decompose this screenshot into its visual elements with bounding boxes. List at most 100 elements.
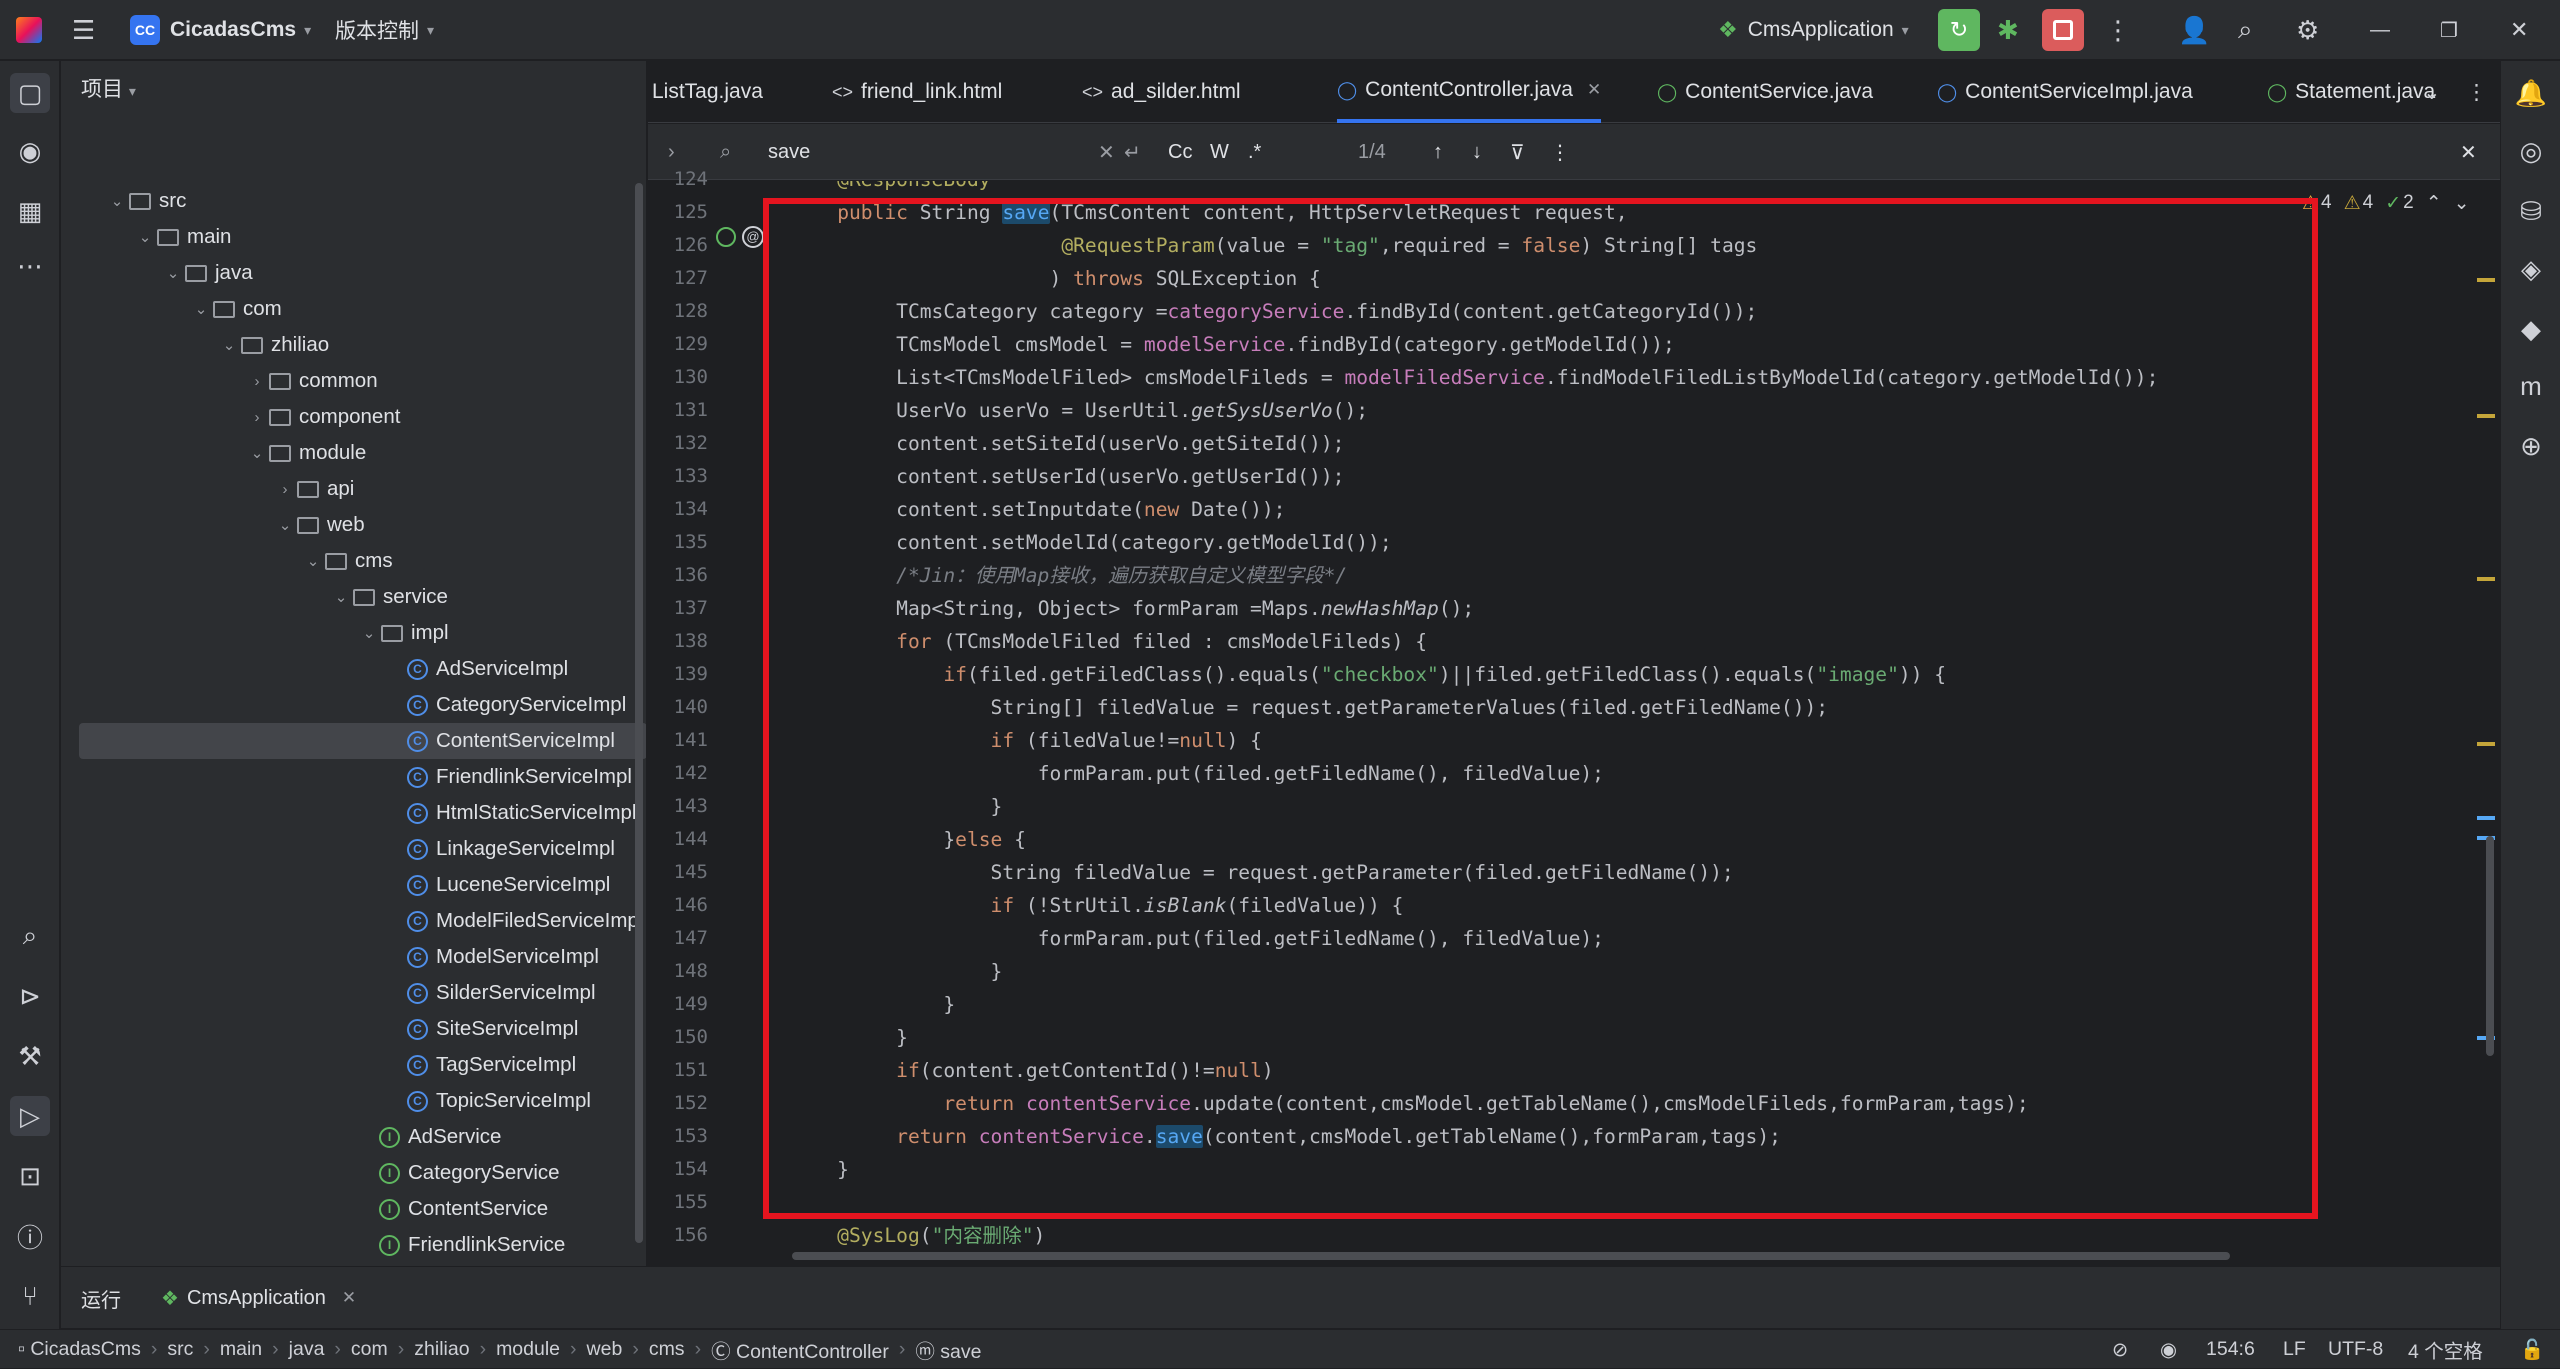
tree-item-siteserviceimpl[interactable]: C SiteServiceImpl [61,1011,646,1047]
chevron-down-icon[interactable]: ⌄ [191,300,211,318]
tree-item-silderserviceimpl[interactable]: C SilderServiceImpl [61,975,646,1011]
run-tool-label[interactable]: 运行 [81,1267,121,1329]
tree-item-tagserviceimpl[interactable]: C TagServiceImpl [61,1047,646,1083]
more-actions-icon[interactable]: ⋮ [2105,0,2131,60]
tree-item-module[interactable]: ⌄ module [61,435,646,471]
tree-item-service[interactable]: ⌄ service [61,579,646,615]
new-line-icon[interactable]: ↵ [1124,124,1141,180]
project-switcher[interactable]: CC CicadasCms ▾ [130,0,311,60]
no-inspections-icon[interactable]: ⊘ [2112,1330,2128,1369]
search-icon[interactable]: ⌕ [2238,0,2253,60]
tab-contentcontroller-java[interactable]: ◯ ContentController.java ✕ [1337,61,1602,123]
ai-status-icon[interactable]: ◉ [2160,1330,2177,1369]
annotation-gutter-icon[interactable]: @ [742,226,764,248]
git-icon[interactable]: ⑂ [10,1276,50,1316]
terminal-icon[interactable]: ⊡ [10,1156,50,1196]
restore-window-icon[interactable]: ❐ [2440,0,2458,60]
tree-item-common[interactable]: › common [61,363,646,399]
tree-item-web[interactable]: ⌄ web [61,507,646,543]
line-separator[interactable]: LF [2283,1330,2306,1369]
line-number[interactable]: 145 [648,856,708,889]
vcs-widget[interactable]: 版本控制 ▾ [335,0,434,60]
line-number[interactable]: 129 [648,328,708,361]
breadcrumb-item[interactable]: module [496,1338,560,1361]
indent-setting[interactable]: 4 个空格 [2408,1330,2483,1369]
tree-item-contentserviceimpl[interactable]: C ContentServiceImpl [79,723,646,759]
search-options-icon[interactable]: ⌕ [720,124,731,180]
line-number[interactable]: 141 [648,724,708,757]
breadcrumb-item[interactable]: zhiliao [414,1338,469,1361]
build-hammer-icon[interactable]: ⚒ [10,1036,50,1076]
breadcrumb-item[interactable]: com [351,1338,388,1361]
chevron-down-icon[interactable]: ⌄ [247,444,267,462]
commit-icon[interactable]: ◉ [10,131,50,171]
notifications-bell-icon[interactable]: 🔔 [2511,73,2551,113]
tab-friend-link-html[interactable]: <> friend_link.html [832,61,1002,123]
find-icon[interactable]: ⌕ [10,916,50,956]
line-number[interactable]: 150 [648,1021,708,1054]
match-case-toggle[interactable]: Cc [1168,124,1192,180]
tree-item-impl[interactable]: ⌄ impl [61,615,646,651]
breadcrumb-item[interactable]: ⓜ save [915,1335,981,1364]
line-number[interactable]: 132 [648,427,708,460]
line-number[interactable]: 133 [648,460,708,493]
tree-item-categoryserviceimpl[interactable]: C CategoryServiceImpl [61,687,646,723]
regex-toggle[interactable]: .* [1248,124,1261,180]
line-number[interactable]: 144 [648,823,708,856]
tree-item-modelserviceimpl[interactable]: C ModelServiceImpl [61,939,646,975]
filter-icon[interactable]: ⊽ [1510,124,1525,180]
copilot-icon[interactable]: ◈ [2511,249,2551,289]
line-number[interactable]: 154 [648,1153,708,1186]
tree-item-luceneserviceimpl[interactable]: C LuceneServiceImpl [61,867,646,903]
project-panel-header[interactable]: 项目 ▾ [81,73,136,103]
tab-ad-silder-html[interactable]: <> ad_silder.html [1082,61,1241,123]
run-tab-cmsapplication[interactable]: ❖ CmsApplication ✕ [161,1267,356,1329]
breadcrumb-item[interactable]: main [220,1338,262,1361]
tree-scrollbar[interactable] [635,183,643,1243]
close-window-icon[interactable]: ✕ [2510,0,2528,60]
inspection-widget[interactable]: ⚠ 4 ⚠ 4 ✓ 2 ⌃ ⌄ [2296,188,2476,218]
tree-item-adserviceimpl[interactable]: C AdServiceImpl [61,651,646,687]
tab-contentservice-java[interactable]: ◯ ContentService.java [1657,61,1873,123]
breadcrumb-item[interactable]: ▫ CicadasCms [18,1338,141,1361]
chevron-down-icon[interactable]: ⌄ [135,228,155,246]
line-number[interactable]: 148 [648,955,708,988]
line-number[interactable]: 134 [648,493,708,526]
tree-item-com[interactable]: ⌄ com [61,291,646,327]
whole-words-toggle[interactable]: W [1210,124,1229,180]
line-number[interactable]: 138 [648,625,708,658]
clear-search-icon[interactable]: ✕ [1098,124,1115,180]
close-find-icon[interactable]: ✕ [2460,124,2477,180]
tree-item-api[interactable]: › api [61,471,646,507]
run-config-selector[interactable]: ❖ CmsApplication ▾ [1718,0,1909,60]
chevron-down-icon[interactable]: ⌄ [359,624,379,642]
tabs-dropdown-icon[interactable]: ⌄ [2423,61,2441,123]
line-number[interactable]: 151 [648,1054,708,1087]
database-icon[interactable]: ⛁ [2511,191,2551,231]
chevron-right-icon[interactable]: › [247,373,267,390]
maven-icon[interactable]: m [2511,366,2551,406]
chevron-right-icon[interactable]: › [275,481,295,498]
line-number[interactable]: 125 [648,196,708,229]
tree-item-java[interactable]: ⌄ java [61,255,646,291]
line-number[interactable]: 140 [648,691,708,724]
line-number[interactable]: 155 [648,1186,708,1219]
tree-item-linkageserviceimpl[interactable]: C LinkageServiceImpl [61,831,646,867]
services-icon[interactable]: ⊳ [10,976,50,1016]
chevron-down-icon[interactable]: ⌄ [275,516,295,534]
close-tab-icon[interactable]: ✕ [1587,80,1601,100]
lock-icon[interactable]: 🔓 [2520,1330,2544,1369]
find-more-icon[interactable]: ⋮ [1550,124,1570,180]
chevron-down-icon[interactable]: ⌄ [219,336,239,354]
translate-icon[interactable]: ⊕ [2511,426,2551,466]
rerun-button[interactable]: ↻ [1938,0,1980,60]
prev-highlight-icon[interactable]: ⌃ [2426,192,2442,215]
breadcrumb-item[interactable]: src [167,1338,193,1361]
line-number[interactable]: 142 [648,757,708,790]
code-line[interactable]: @ResponseBody [790,181,990,196]
tab-contentserviceimpl-java[interactable]: ◯ ContentServiceImpl.java [1937,61,2193,123]
tree-item-contentservice[interactable]: I ContentService [61,1191,646,1227]
more-tools-icon[interactable]: ⋯ [10,246,50,286]
tree-item-main[interactable]: ⌄ main [61,219,646,255]
line-number[interactable]: 124 [648,163,708,196]
